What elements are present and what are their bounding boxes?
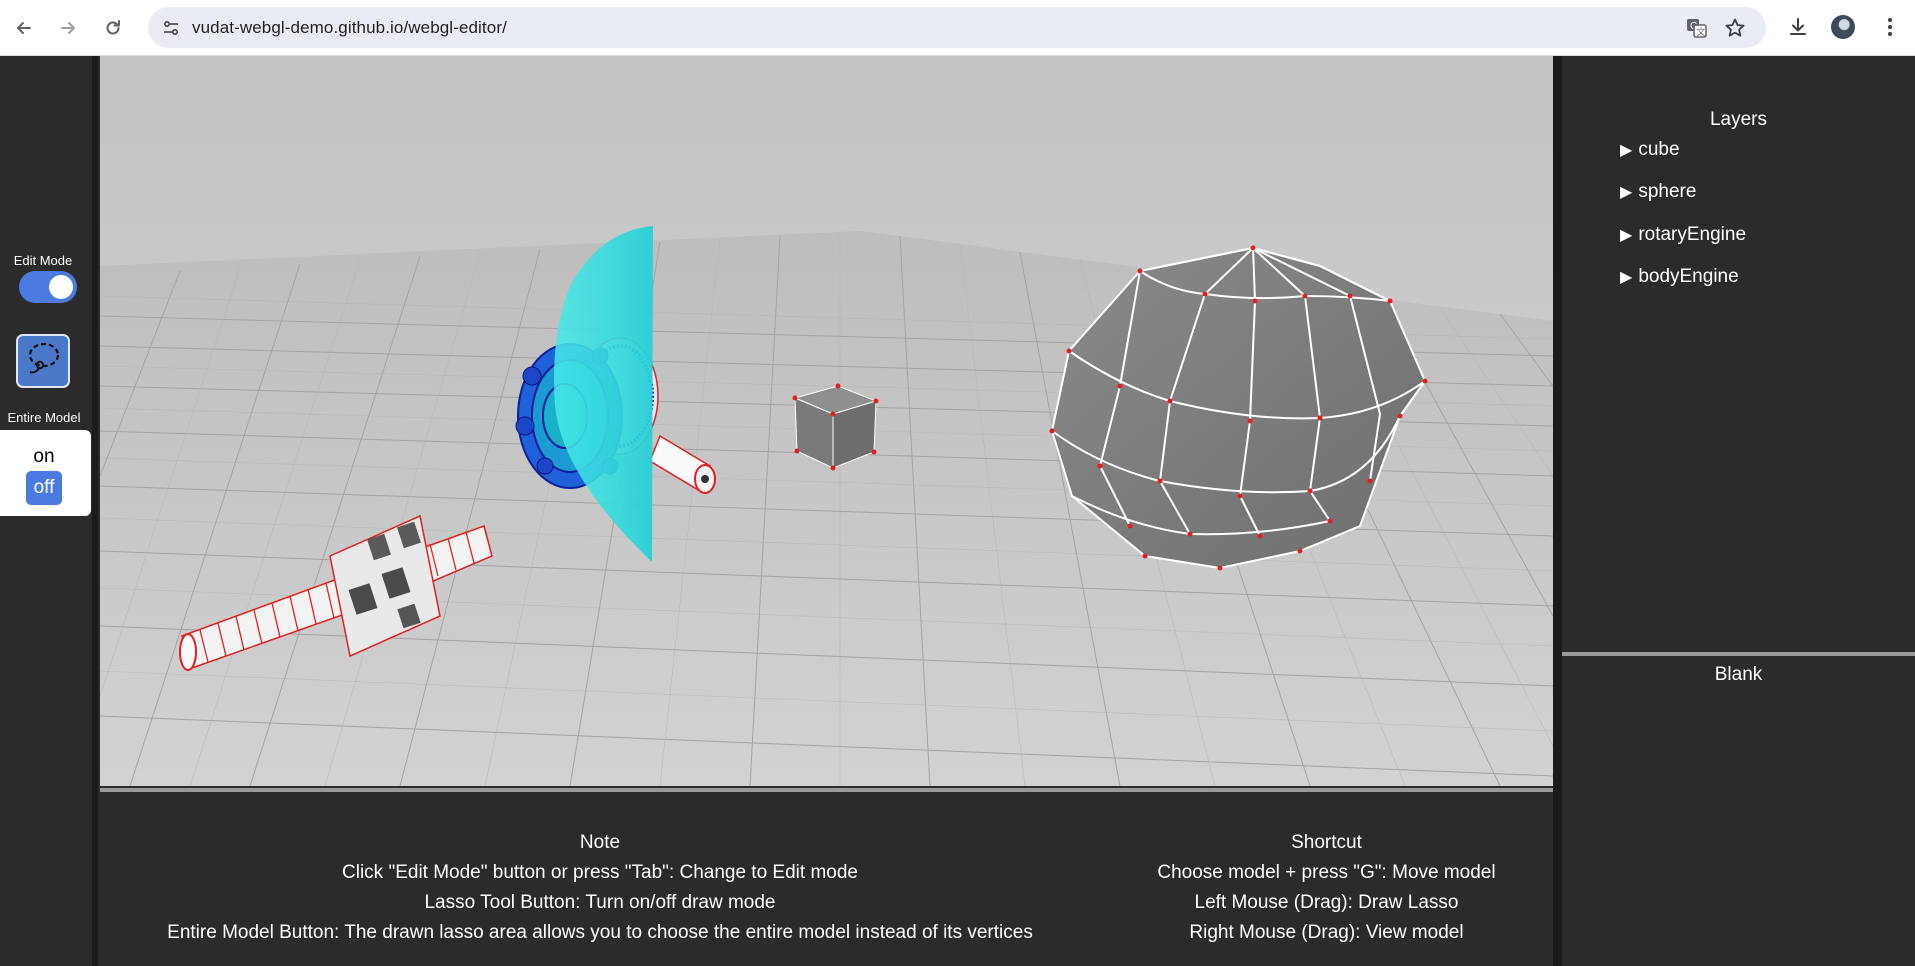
note-line: Entire Model Button: The drawn lasso are… <box>167 922 1033 943</box>
notes-panel: Note Click "Edit Mode" button or press "… <box>100 788 1553 966</box>
browser-toolbar: vudat-webgl-demo.github.io/webgl-editor/… <box>0 0 1915 56</box>
lasso-icon <box>23 339 63 384</box>
layer-label: bodyEngine <box>1638 266 1739 287</box>
menu-kebab-icon[interactable] <box>1876 13 1904 41</box>
layers-title: Layers <box>1709 109 1768 130</box>
lasso-tool-button[interactable] <box>16 334 70 388</box>
profile-avatar[interactable] <box>1829 13 1857 41</box>
note-section: Note Click "Edit Mode" button or press "… <box>100 792 1100 948</box>
webgl-viewport[interactable] <box>100 56 1553 786</box>
edit-mode-toggle[interactable] <box>19 271 77 303</box>
blank-panel-title: Blank <box>1714 664 1763 685</box>
layers-panel: Layers ▶ cube ▶ sphere ▶ rotaryEngine ▶ body… <box>1562 56 1915 966</box>
address-bar[interactable]: vudat-webgl-demo.github.io/webgl-editor/… <box>148 7 1766 48</box>
layer-item-sphere[interactable]: ▶ sphere <box>1620 181 1696 203</box>
entire-model-label: Entire Model <box>7 410 81 425</box>
expand-triangle-icon: ▶ <box>1620 142 1633 159</box>
shortcut-section: Shortcut Choose model + press "G": Move … <box>1100 792 1553 948</box>
toggle-knob <box>49 275 73 299</box>
note-line: Click "Edit Mode" button or press "Tab":… <box>342 862 858 883</box>
layer-label: rotaryEngine <box>1638 224 1747 245</box>
translate-icon[interactable]: G文 <box>1685 16 1709 40</box>
layer-label: sphere <box>1638 181 1697 202</box>
expand-triangle-icon: ▶ <box>1620 227 1633 244</box>
scene-canvas[interactable] <box>100 56 1553 786</box>
bookmark-star-icon[interactable] <box>1723 16 1747 40</box>
entire-model-off-button[interactable]: off <box>26 471 62 505</box>
layer-item-rotaryEngine[interactable]: ▶ rotaryEngine <box>1620 224 1746 246</box>
entire-model-switch: on off <box>0 430 91 516</box>
expand-triangle-icon: ▶ <box>1620 269 1633 286</box>
viewport-divider <box>1553 56 1562 966</box>
layer-item-cube[interactable]: ▶ cube <box>1620 139 1680 161</box>
layer-item-bodyEngine[interactable]: ▶ bodyEngine <box>1620 266 1739 288</box>
shortcut-line: Choose model + press "G": Move model <box>1157 862 1496 883</box>
entire-model-on-button[interactable]: on <box>0 446 88 468</box>
back-icon[interactable] <box>10 14 38 42</box>
shortcut-line: Left Mouse (Drag): Draw Lasso <box>1194 892 1459 913</box>
edit-mode-label: Edit Mode <box>13 253 73 268</box>
layer-label: cube <box>1638 139 1680 160</box>
shortcut-title: Shortcut <box>1291 832 1362 853</box>
left-toolbar-divider <box>92 56 98 966</box>
expand-triangle-icon: ▶ <box>1620 184 1633 201</box>
note-line: Lasso Tool Button: Turn on/off draw mode <box>424 892 776 913</box>
reload-icon[interactable] <box>99 14 127 42</box>
panel-divider[interactable] <box>1562 652 1915 656</box>
url-text[interactable]: vudat-webgl-demo.github.io/webgl-editor/ <box>192 18 507 38</box>
note-title: Note <box>579 832 621 853</box>
site-info-icon[interactable] <box>158 15 184 41</box>
shortcut-line: Right Mouse (Drag): View model <box>1189 922 1464 943</box>
forward-icon[interactable] <box>54 14 82 42</box>
svg-text:文: 文 <box>1697 26 1706 38</box>
download-icon[interactable] <box>1784 13 1812 41</box>
